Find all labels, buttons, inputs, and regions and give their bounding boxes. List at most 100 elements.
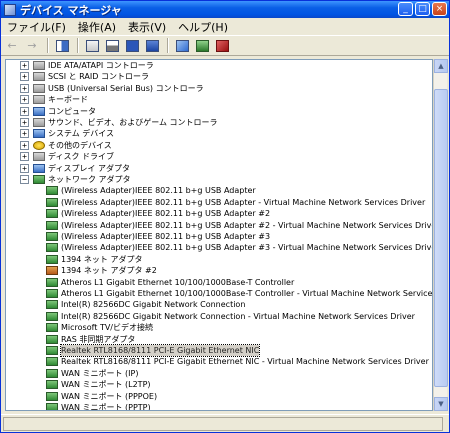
network-adapter-row[interactable]: Realtek RTL8168/8111 PCI-E Gigabit Ether… [6,344,432,357]
network-adapter-row[interactable]: Atheros L1 Gigabit Ethernet 10/100/1000B… [6,288,433,299]
network-adapter-label: (Wireless Adapter)IEEE 802.11 b+g USB Ad… [61,232,271,241]
network-adapter-icon [46,403,58,410]
network-adapter-label: Intel(R) 82566DC Gigabit Network Connect… [61,311,415,321]
show-hidden-button[interactable] [143,38,161,54]
device-tree[interactable]: + IDE ATA/ATAPI コントローラ + SCSI と RAID コントローラ… [5,59,433,411]
forward-button[interactable]: → [23,38,41,54]
network-adapter-label: Atheros L1 Gigabit Ethernet 10/100/1000B… [61,289,433,298]
tree-category-row[interactable]: + ディスク ドライブ [6,151,432,162]
network-adapter-row[interactable]: (Wireless Adapter)IEEE 802.11 b+g USB Ad… [6,197,432,208]
scroll-down-button[interactable]: ▼ [434,397,448,411]
update-driver-button[interactable] [193,38,211,54]
sound-icon [33,118,45,127]
network-adapter-row[interactable]: WAN ミニポート (IP) [6,368,432,379]
network-adapter-row[interactable]: (Wireless Adapter)IEEE 802.11 b+g USB Ad… [6,208,432,219]
menu-help[interactable]: ヘルプ(H) [172,19,234,35]
tree-category-row[interactable]: + ディスプレイ アダプタ [6,163,432,174]
uninstall-icon [215,39,229,52]
expand-toggle[interactable]: + [20,152,29,162]
expand-toggle[interactable]: + [20,163,29,173]
network-adapter-row[interactable]: WAN ミニポート (PPTP) [6,402,432,411]
tree-category-label: システム デバイス [48,129,115,139]
toolbar: ← → [1,36,449,56]
show-hidden-icon [145,39,159,52]
expand-toggle[interactable]: + [20,61,29,70]
network-adapter-label: WAN ミニポート (PPTP) [61,403,151,411]
scan-hardware-button[interactable] [173,38,191,54]
menu-action[interactable]: 操作(A) [72,19,122,35]
tree-category-label: サウンド、ビデオ、およびゲーム コントローラ [48,118,218,127]
tree-category-label: ネットワーク アダプタ [48,175,131,184]
network-adapter-icon [46,391,58,401]
tree-category-label: IDE ATA/ATAPI コントローラ [48,61,154,70]
expand-toggle[interactable]: + [20,118,29,127]
maximize-button[interactable]: □ [415,2,430,16]
back-button[interactable]: ← [3,38,21,54]
network-adapter-row[interactable]: (Wireless Adapter)IEEE 802.11 b+g USB Ad… [6,220,433,231]
network-adapter-row[interactable]: Intel(R) 82566DC Gigabit Network Connect… [6,311,432,322]
ide-controller-icon [33,61,45,70]
toolbar-separator [47,38,49,53]
network-adapter-row[interactable]: 1394 ネット アダプタ [6,254,432,265]
tree-category-row[interactable]: − ネットワーク アダプタ [6,174,432,185]
network-adapter-label: (Wireless Adapter)IEEE 802.11 b+g USB Ad… [61,220,433,230]
expand-toggle[interactable]: + [20,129,29,139]
tree-view-icon [55,39,69,52]
vertical-scrollbar[interactable]: ▲ ▼ [433,59,448,411]
expand-toggle[interactable]: + [20,106,29,116]
tree-category-row[interactable]: + SCSI と RAID コントローラ [6,71,432,82]
network-adapter-row[interactable]: WAN ミニポート (L2TP) [6,379,432,390]
computer-icon [33,106,45,116]
tree-category-row[interactable]: + USB (Universal Serial Bus) コントローラ [6,83,432,94]
expand-toggle[interactable]: + [20,140,29,150]
expand-toggle[interactable]: + [20,95,29,105]
tree-category-label: キーボード [48,95,88,105]
tree-category-row[interactable]: + キーボード [6,94,432,105]
tree-category-label: SCSI と RAID コントローラ [48,72,149,82]
network-adapter-label: 1394 ネット アダプタ #2 [61,266,157,276]
title-bar[interactable]: デバイス マネージャ _ □ × [1,1,449,18]
network-adapter-row[interactable]: Atheros L1 Gigabit Ethernet 10/100/1000B… [6,277,432,288]
tree-category-row[interactable]: + IDE ATA/ATAPI コントローラ [6,60,432,71]
network-adapter-label: Microsoft TV/ビデオ接続 [61,323,154,333]
scroll-up-button[interactable]: ▲ [434,59,448,73]
network-adapter-icon [46,289,58,298]
menu-file[interactable]: ファイル(F) [1,19,72,35]
tree-category-row[interactable]: + コンピュータ [6,106,432,117]
print-icon [105,39,119,52]
help-button[interactable] [123,38,141,54]
uninstall-button[interactable] [213,38,231,54]
collapse-toggle[interactable]: − [20,175,29,184]
network-adapter-row[interactable]: (Wireless Adapter)IEEE 802.11 b+g USB Ad… [6,231,432,242]
properties-button[interactable] [83,38,101,54]
close-button[interactable]: × [432,2,447,16]
tree-category-row[interactable]: + サウンド、ビデオ、およびゲーム コントローラ [6,117,432,128]
expand-toggle[interactable]: + [20,72,29,82]
network-adapter-row[interactable]: (Wireless Adapter)IEEE 802.11 b+g USB Ad… [6,185,432,196]
network-adapter-row[interactable]: (Wireless Adapter)IEEE 802.11 b+g USB Ad… [6,242,432,253]
network-adapter-row[interactable]: Microsoft TV/ビデオ接続 [6,322,432,333]
network-adapter-warning-icon [46,266,58,276]
menu-view[interactable]: 表示(V) [122,19,172,35]
tree-category-row[interactable]: + その他のデバイス [6,140,432,151]
network-adapter-label: Atheros L1 Gigabit Ethernet 10/100/1000B… [61,277,295,287]
expand-toggle[interactable]: + [20,83,29,93]
device-manager-window: デバイス マネージャ _ □ × ファイル(F) 操作(A) 表示(V) ヘルプ… [0,0,450,433]
print-button[interactable] [103,38,121,54]
tree-category-row[interactable]: + システム デバイス [6,128,432,139]
toolbar-separator [167,38,169,53]
network-adapter-row[interactable]: RAS 非同期アダプタ [6,334,432,345]
scan-hardware-icon [175,39,189,52]
scroll-thumb[interactable] [434,89,448,387]
network-adapter-icon [46,220,58,230]
network-adapter-icon [46,357,58,367]
network-adapter-row[interactable]: WAN ミニポート (PPPOE) [6,391,432,402]
status-bar [1,414,449,432]
network-adapter-row[interactable]: 1394 ネット アダプタ #2 [6,265,432,276]
show-hide-tree-button[interactable] [53,38,71,54]
properties-icon [85,39,99,52]
disk-drive-icon [33,152,45,162]
network-adapter-row[interactable]: Intel(R) 82566DC Gigabit Network Connect… [6,299,432,310]
network-adapter-row[interactable]: Realtek RTL8168/8111 PCI-E Gigabit Ether… [6,356,432,367]
minimize-button[interactable]: _ [398,2,413,16]
